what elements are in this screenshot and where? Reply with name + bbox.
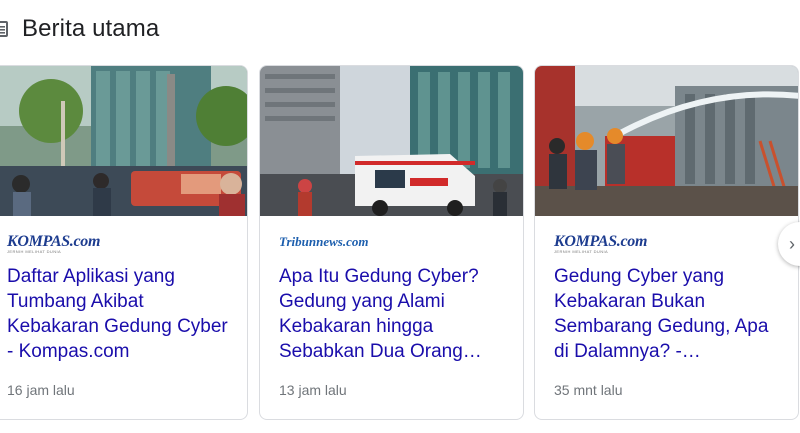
- news-thumbnail: [260, 66, 523, 216]
- news-thumbnail: [535, 66, 798, 216]
- source-logo: KOMPAS.com JERNIH MELIHAT DUNIA: [7, 232, 100, 254]
- news-headline[interactable]: Apa Itu Gedung Cyber? Gedung yang Alami …: [279, 264, 509, 364]
- news-headline[interactable]: Daftar Aplikasi yang Tumbang Akibat Keba…: [7, 264, 233, 364]
- source-tagline: JERNIH MELIHAT DUNIA: [554, 249, 609, 254]
- news-timestamp: 13 jam lalu: [279, 382, 347, 398]
- news-icon: [0, 19, 8, 39]
- news-card[interactable]: KOMPAS.com JERNIH MELIHAT DUNIA Daftar A…: [0, 65, 248, 420]
- news-timestamp: 16 jam lalu: [7, 382, 75, 398]
- source-logo: Tribunnews.com: [279, 232, 368, 252]
- source-logo: KOMPAS.com JERNIH MELIHAT DUNIA: [554, 232, 647, 254]
- section-title: Berita utama: [22, 15, 160, 42]
- news-card[interactable]: KOMPAS.com JERNIH MELIHAT DUNIA Gedung C…: [534, 65, 799, 420]
- section-header: Berita utama: [0, 12, 159, 46]
- news-card[interactable]: Tribunnews.com Apa Itu Gedung Cyber? Ged…: [259, 65, 524, 420]
- news-headline[interactable]: Gedung Cyber yang Kebakaran Bukan Sembar…: [554, 264, 784, 364]
- news-thumbnail: [0, 66, 247, 216]
- chevron-right-icon: ›: [789, 234, 795, 254]
- source-name: Tribunnews.com: [279, 234, 369, 249]
- news-timestamp: 35 mnt lalu: [554, 382, 623, 398]
- source-tagline: JERNIH MELIHAT DUNIA: [7, 249, 62, 254]
